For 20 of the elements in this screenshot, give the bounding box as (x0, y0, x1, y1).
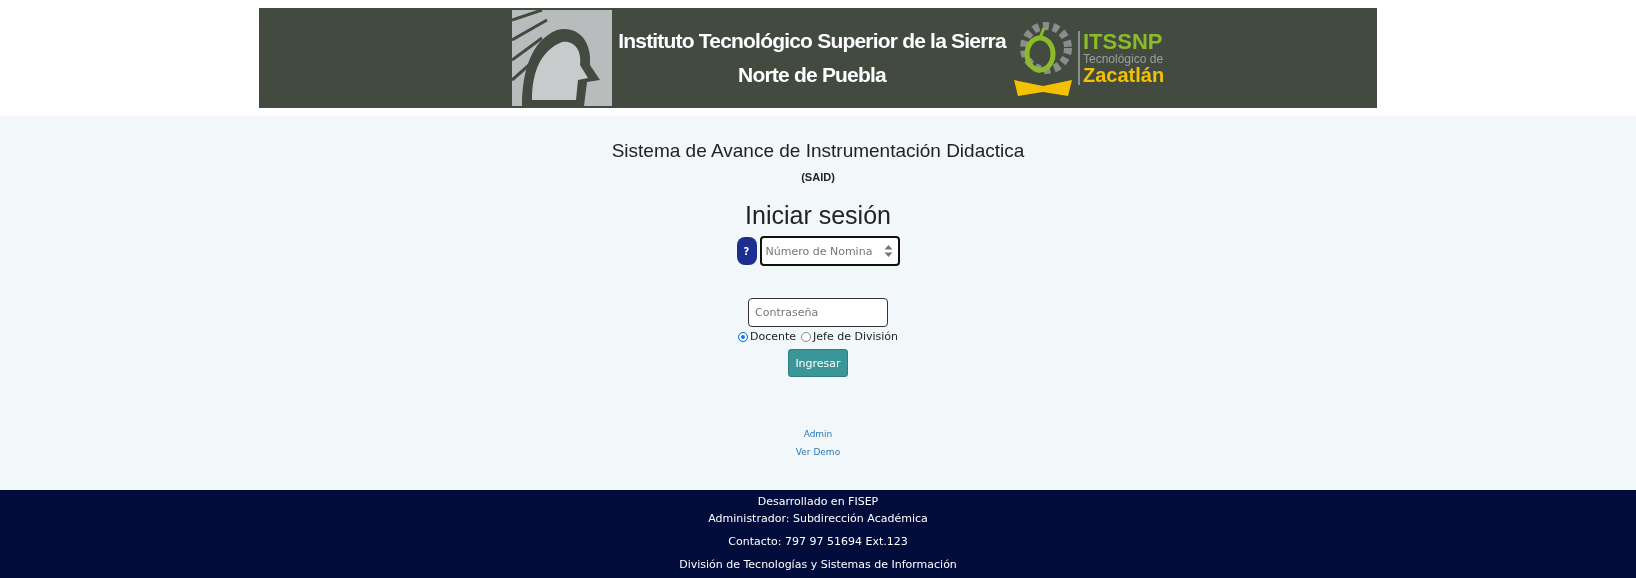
help-button[interactable]: ? (736, 237, 757, 265)
role-label: Jefe de División (813, 330, 899, 343)
institute-name: Instituto Tecnológico Superior de la Sierra (618, 28, 1006, 54)
footer-link[interactable]: Admin (803, 429, 833, 439)
institute-name: Norte de Puebla (738, 62, 886, 88)
system-title: Sistema de Avance de Instrumentación Didactica (611, 140, 1025, 162)
login-heading: Iniciar sesión (745, 201, 891, 230)
logo-acronym: ITSSNP (1083, 31, 1164, 53)
footer-text: Administrador: Subdirección Académica (708, 511, 928, 527)
footer-text: División de Tecnologías y Sistemas de Información (679, 557, 957, 573)
payroll-number-field[interactable]: Número de Nomina (759, 236, 900, 266)
system-acronym: (SAID) (801, 171, 835, 183)
login-button[interactable]: Ingresar (788, 349, 848, 377)
footer-text: Desarrollado en FISEP (757, 494, 879, 510)
logo-city: Zacatlán (1083, 65, 1165, 85)
password-field[interactable]: Contraseña (748, 298, 888, 327)
footer-text: Contacto: 797 97 51694 Ext.123 (728, 534, 908, 550)
role-label: Docente (749, 330, 797, 343)
logo-subtitle: Tecnológico de (1083, 53, 1165, 65)
footer-link[interactable]: Ver Demo (795, 447, 841, 457)
